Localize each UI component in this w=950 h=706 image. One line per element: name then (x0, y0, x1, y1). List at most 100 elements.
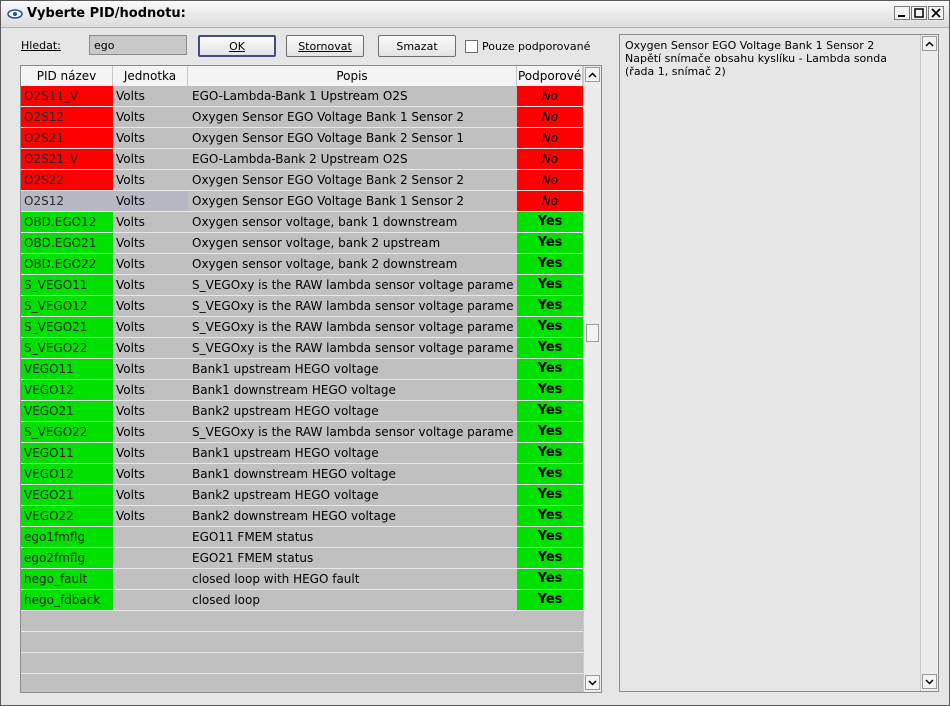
table-row[interactable]: O2S12 Volts Oxygen Sensor EGO Voltage Bank… (21, 191, 583, 212)
unit-cell: Volts (113, 422, 188, 442)
table-row[interactable]: hego_fdback closed loop Yes (21, 590, 583, 611)
table-row[interactable]: O2S12 Volts Oxygen Sensor EGO Voltage Bank… (21, 107, 583, 128)
chevron-up-icon (925, 40, 934, 47)
description-cell: EGO11 FMEM status (188, 527, 517, 547)
cancel-button[interactable]: Stornovat (286, 35, 364, 57)
description-cell: S_VEGOxy is the RAW lambda sensor voltag… (188, 422, 517, 442)
empty-row (21, 611, 583, 632)
unit-cell: Volts (113, 86, 188, 106)
table-row[interactable]: VEGO11 Volts Bank1 upstream HEGO voltage Ye… (21, 359, 583, 380)
maximize-button[interactable] (911, 6, 927, 20)
description-cell: Bank1 upstream HEGO voltage (188, 359, 517, 379)
supported-cell: No (517, 86, 583, 106)
pid-cell: O2S22 (21, 170, 113, 190)
column-header-unit[interactable]: Jednotka (113, 66, 188, 86)
table-row[interactable]: OBD.EGO22 Volts Oxygen sensor voltage, ban… (21, 254, 583, 275)
column-header-description[interactable]: Popis (188, 66, 517, 86)
pid-cell: OBD.EGO12 (21, 212, 113, 232)
description-cell: Bank2 upstream HEGO voltage (188, 485, 517, 505)
supported-cell: No (517, 149, 583, 169)
table-row[interactable]: O2S21_V Volts EGO-Lambda-Bank 2 Upstream O… (21, 149, 583, 170)
table-row[interactable]: S_VEGO21 Volts S_VEGOxy is the RAW lambda … (21, 317, 583, 338)
pid-cell: S_VEGO21 (21, 317, 113, 337)
scroll-thumb[interactable] (586, 324, 599, 342)
pid-cell: S_VEGO22 (21, 422, 113, 442)
table-row[interactable]: ego1fmflg EGO11 FMEM status Yes (21, 527, 583, 548)
supported-cell: Yes (517, 233, 583, 253)
table-body: O2S11_V Volts EGO-Lambda-Bank 1 Upstream O… (21, 86, 583, 692)
chevron-down-icon (588, 679, 597, 686)
table-row[interactable]: O2S11_V Volts EGO-Lambda-Bank 1 Upstream O… (21, 86, 583, 107)
pid-cell: S_VEGO11 (21, 275, 113, 295)
ok-button[interactable]: OK (198, 35, 276, 57)
table-row[interactable]: ego2fmflg EGO21 FMEM status Yes (21, 548, 583, 569)
table-scrollbar[interactable] (583, 66, 601, 692)
description-cell: Bank2 upstream HEGO voltage (188, 401, 517, 421)
column-header-pid[interactable]: PID název (21, 66, 113, 86)
minimize-button[interactable] (894, 6, 910, 20)
table-row[interactable]: OBD.EGO21 Volts Oxygen sensor voltage, ban… (21, 233, 583, 254)
unit-cell (113, 527, 188, 547)
table-row[interactable]: OBD.EGO12 Volts Oxygen sensor voltage, ban… (21, 212, 583, 233)
only-supported-label: Pouze podporované (482, 40, 591, 53)
unit-cell: Volts (113, 317, 188, 337)
description-panel: Oxygen Sensor EGO Voltage Bank 1 Sensor … (619, 34, 939, 692)
table-row[interactable]: S_VEGO22 Volts S_VEGOxy is the RAW lambda … (21, 422, 583, 443)
description-text: Oxygen Sensor EGO Voltage Bank 1 Sensor … (625, 39, 915, 78)
description-scrollbar[interactable] (920, 35, 938, 691)
supported-cell: Yes (517, 296, 583, 316)
pid-cell: hego_fault (21, 569, 113, 589)
empty-row (21, 674, 583, 692)
only-supported-checkbox[interactable] (465, 40, 478, 53)
pid-cell: VEGO12 (21, 464, 113, 484)
table-header: PID název Jednotka Popis Podporové (21, 66, 583, 87)
delete-button[interactable]: Smazat (378, 35, 456, 57)
table-row[interactable]: hego_fault closed loop with HEGO fault Yes (21, 569, 583, 590)
unit-cell: Volts (113, 191, 188, 211)
description-cell: Oxygen Sensor EGO Voltage Bank 2 Sensor … (188, 170, 517, 190)
table-row[interactable]: VEGO21 Volts Bank2 upstream HEGO voltage Ye… (21, 401, 583, 422)
description-cell: S_VEGOxy is the RAW lambda sensor voltag… (188, 296, 517, 316)
table-row[interactable]: VEGO12 Volts Bank1 downstream HEGO voltage… (21, 464, 583, 485)
table-row[interactable]: S_VEGO11 Volts S_VEGOxy is the RAW lambda … (21, 275, 583, 296)
delete-button-label: Smazat (396, 39, 438, 53)
description-title: Oxygen Sensor EGO Voltage Bank 1 Sensor … (625, 39, 875, 52)
search-input[interactable] (89, 35, 187, 55)
description-cell: S_VEGOxy is the RAW lambda sensor voltag… (188, 338, 517, 358)
pid-table: PID název Jednotka Popis Podporové O2S11… (20, 65, 602, 693)
supported-cell: Yes (517, 317, 583, 337)
empty-row (21, 632, 583, 653)
minimize-icon (898, 15, 905, 17)
close-button[interactable] (928, 6, 944, 20)
table-row[interactable]: VEGO11 Volts Bank1 upstream HEGO voltage Ye… (21, 443, 583, 464)
scroll-up-button[interactable] (585, 67, 600, 82)
scroll-down-button[interactable] (585, 675, 600, 690)
table-row[interactable]: S_VEGO12 Volts S_VEGOxy is the RAW lambda … (21, 296, 583, 317)
description-scroll-down-button[interactable] (922, 674, 937, 689)
column-header-supported[interactable]: Podporové (517, 66, 583, 86)
table-row[interactable]: S_VEGO22 Volts S_VEGOxy is the RAW lambda … (21, 338, 583, 359)
description-scroll-up-button[interactable] (922, 36, 937, 51)
supported-cell: Yes (517, 485, 583, 505)
title-bar[interactable]: Vyberte PID/hodnotu: (1, 1, 949, 28)
supported-cell: Yes (517, 569, 583, 589)
description-cell: closed loop (188, 590, 517, 610)
unit-cell (113, 590, 188, 610)
table-row[interactable]: O2S22 Volts Oxygen Sensor EGO Voltage Bank… (21, 170, 583, 191)
supported-cell: Yes (517, 401, 583, 421)
unit-cell: Volts (113, 338, 188, 358)
table-row[interactable]: O2S21 Volts Oxygen Sensor EGO Voltage Bank… (21, 128, 583, 149)
description-cell: S_VEGOxy is the RAW lambda sensor voltag… (188, 275, 517, 295)
unit-cell (113, 569, 188, 589)
empty-row (21, 653, 583, 674)
ok-button-label: OK (229, 39, 245, 53)
close-icon (931, 8, 941, 18)
unit-cell: Volts (113, 128, 188, 148)
pid-cell: O2S21 (21, 128, 113, 148)
table-row[interactable]: VEGO12 Volts Bank1 downstream HEGO voltage… (21, 380, 583, 401)
unit-cell (113, 548, 188, 568)
description-cell: S_VEGOxy is the RAW lambda sensor voltag… (188, 317, 517, 337)
table-row[interactable]: VEGO22 Volts Bank2 downstream HEGO voltage… (21, 506, 583, 527)
table-row[interactable]: VEGO21 Volts Bank2 upstream HEGO voltage Ye… (21, 485, 583, 506)
unit-cell: Volts (113, 443, 188, 463)
